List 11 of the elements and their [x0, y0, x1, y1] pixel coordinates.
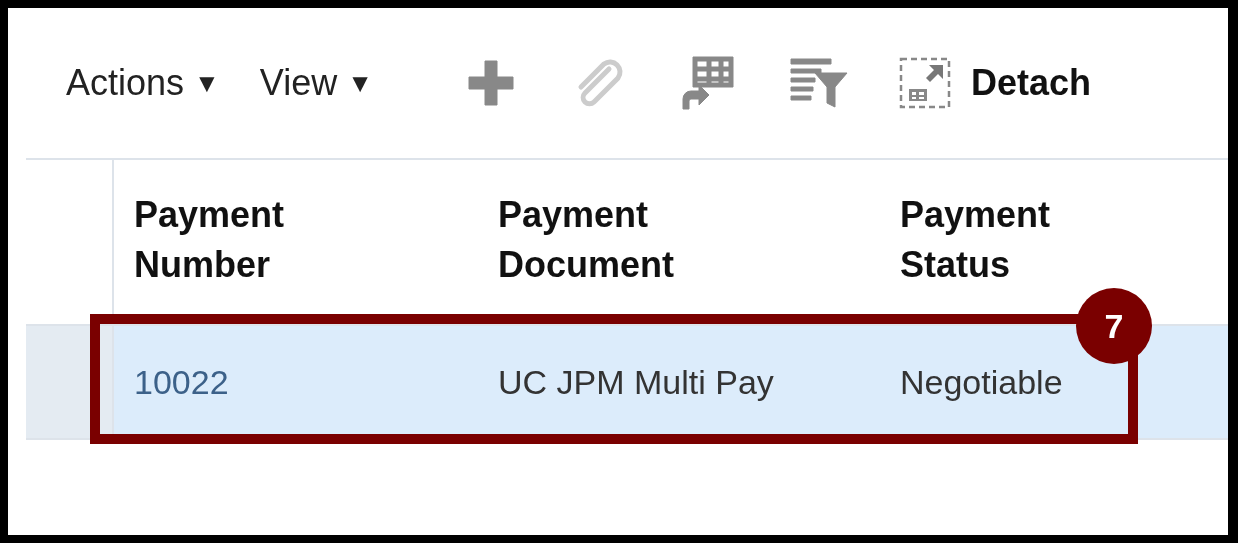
- table-cell: Negotiable: [900, 362, 1063, 401]
- detach-button[interactable]: Detach: [898, 57, 1091, 109]
- column-header[interactable]: Payment Number: [134, 190, 285, 290]
- column-header[interactable]: Payment Document: [498, 190, 674, 290]
- filter-icon[interactable]: [788, 57, 849, 109]
- cell-link[interactable]: 10022: [134, 362, 229, 401]
- step-badge: 7: [1076, 288, 1152, 364]
- detach-icon: [898, 57, 951, 109]
- table-cell: UC JPM Multi Pay: [498, 362, 774, 401]
- plus-icon[interactable]: [466, 59, 515, 107]
- column-header[interactable]: Payment Status: [900, 190, 1051, 290]
